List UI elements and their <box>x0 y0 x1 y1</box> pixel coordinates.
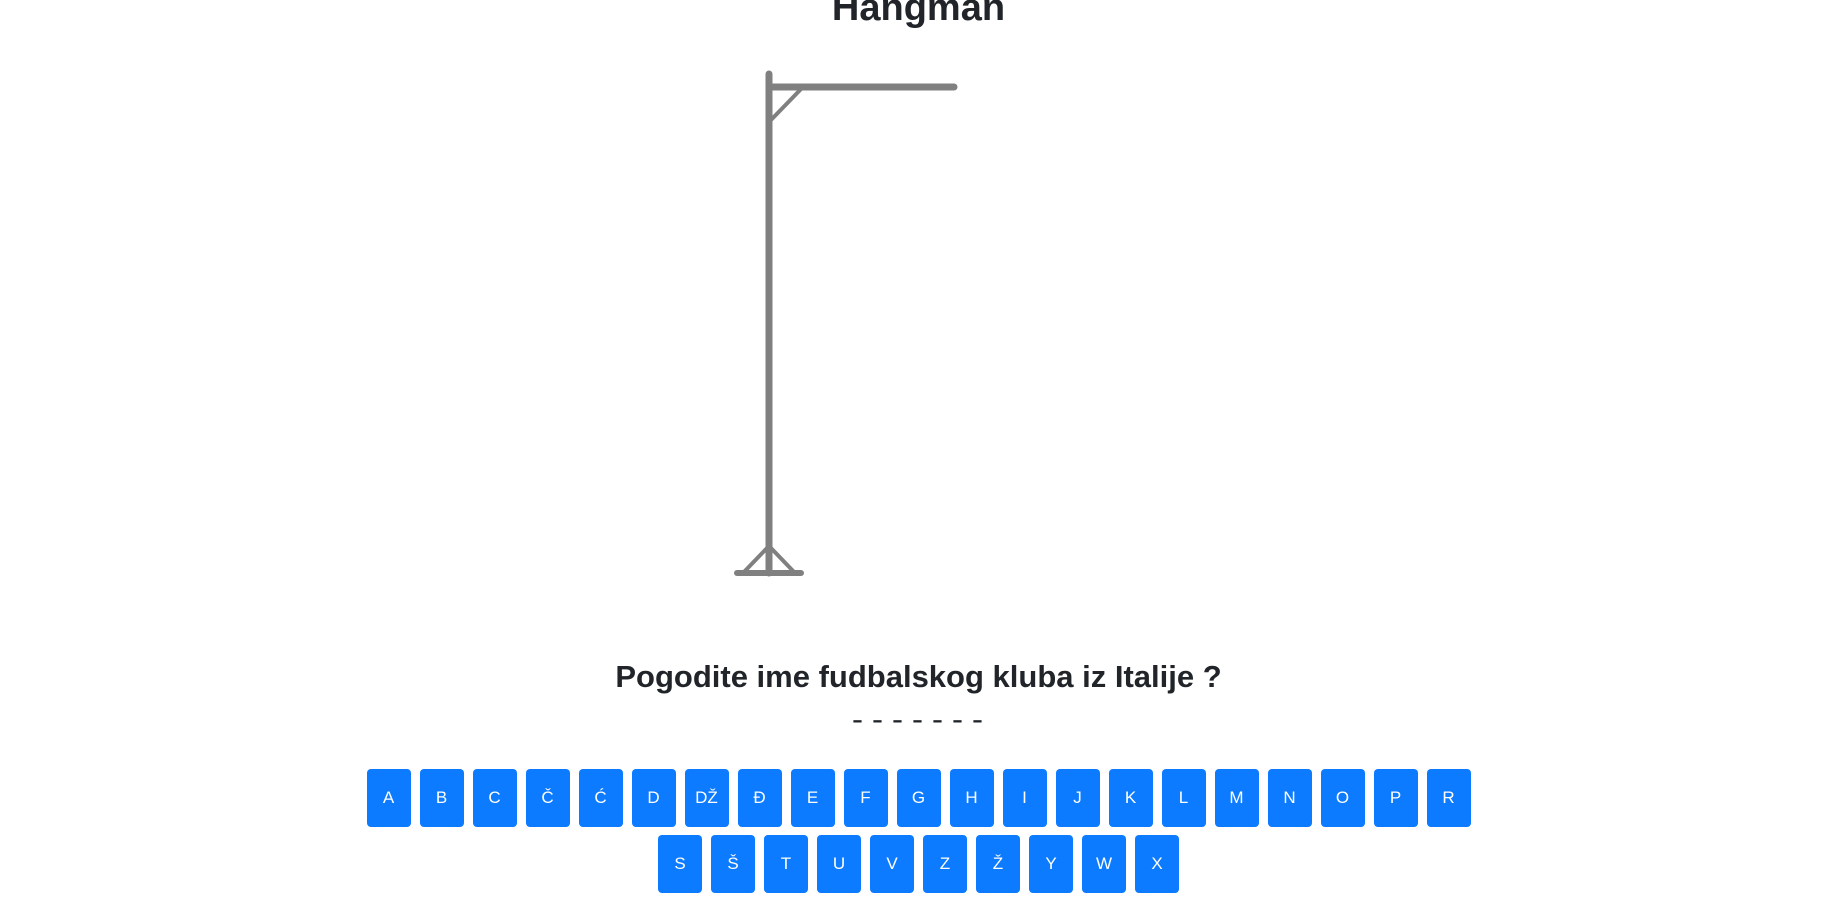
letter-button[interactable]: W <box>1082 835 1126 893</box>
question-text: Pogodite ime fudbalskog kluba iz Italije… <box>615 659 1222 694</box>
letter-button[interactable]: T <box>764 835 808 893</box>
gallows-base-left-brace <box>741 544 771 575</box>
letter-button[interactable]: D <box>631 769 676 827</box>
letter-button[interactable]: L <box>1161 769 1206 827</box>
letter-button[interactable]: C <box>472 769 517 827</box>
keyboard-row-2: SŠTUVZŽYWX <box>0 835 1837 893</box>
gallows-base-right-brace <box>767 544 797 575</box>
letter-button[interactable]: Đ <box>737 769 782 827</box>
letter-button[interactable]: K <box>1108 769 1153 827</box>
letter-button[interactable]: Ž <box>976 835 1020 893</box>
letter-button[interactable]: M <box>1214 769 1259 827</box>
letter-button[interactable]: U <box>817 835 861 893</box>
letter-button[interactable]: I <box>1002 769 1047 827</box>
letter-button[interactable]: Ć <box>578 769 623 827</box>
hangman-page: Hangman Pogodite ime fudbalskog kluba iz… <box>0 0 1837 903</box>
letter-button[interactable]: S <box>658 835 702 893</box>
letter-button[interactable]: X <box>1135 835 1179 893</box>
letter-button[interactable]: H <box>949 769 994 827</box>
letter-button[interactable]: Z <box>923 835 967 893</box>
letter-button[interactable]: DŽ <box>684 769 729 827</box>
letter-button[interactable]: Č <box>525 769 570 827</box>
masked-word: ------- <box>848 705 989 739</box>
letter-button[interactable]: R <box>1426 769 1471 827</box>
letter-button[interactable]: P <box>1373 769 1418 827</box>
letter-button[interactable]: J <box>1055 769 1100 827</box>
gallows-drawing <box>734 70 958 577</box>
letter-button[interactable]: Š <box>711 835 755 893</box>
letter-button[interactable]: G <box>896 769 941 827</box>
letter-button[interactable]: B <box>419 769 464 827</box>
letter-button[interactable]: O <box>1320 769 1365 827</box>
letter-button[interactable]: A <box>366 769 411 827</box>
letter-button[interactable]: F <box>843 769 888 827</box>
letter-button[interactable]: N <box>1267 769 1312 827</box>
letter-button[interactable]: V <box>870 835 914 893</box>
keyboard-row-1: A B C Č Ć D DŽ Đ E F G H I J K L M N O P R <box>0 769 1837 827</box>
letter-button[interactable]: Y <box>1029 835 1073 893</box>
letter-button[interactable]: E <box>790 769 835 827</box>
page-title: Hangman <box>831 0 1006 29</box>
gallows-beam-brace <box>767 85 805 124</box>
